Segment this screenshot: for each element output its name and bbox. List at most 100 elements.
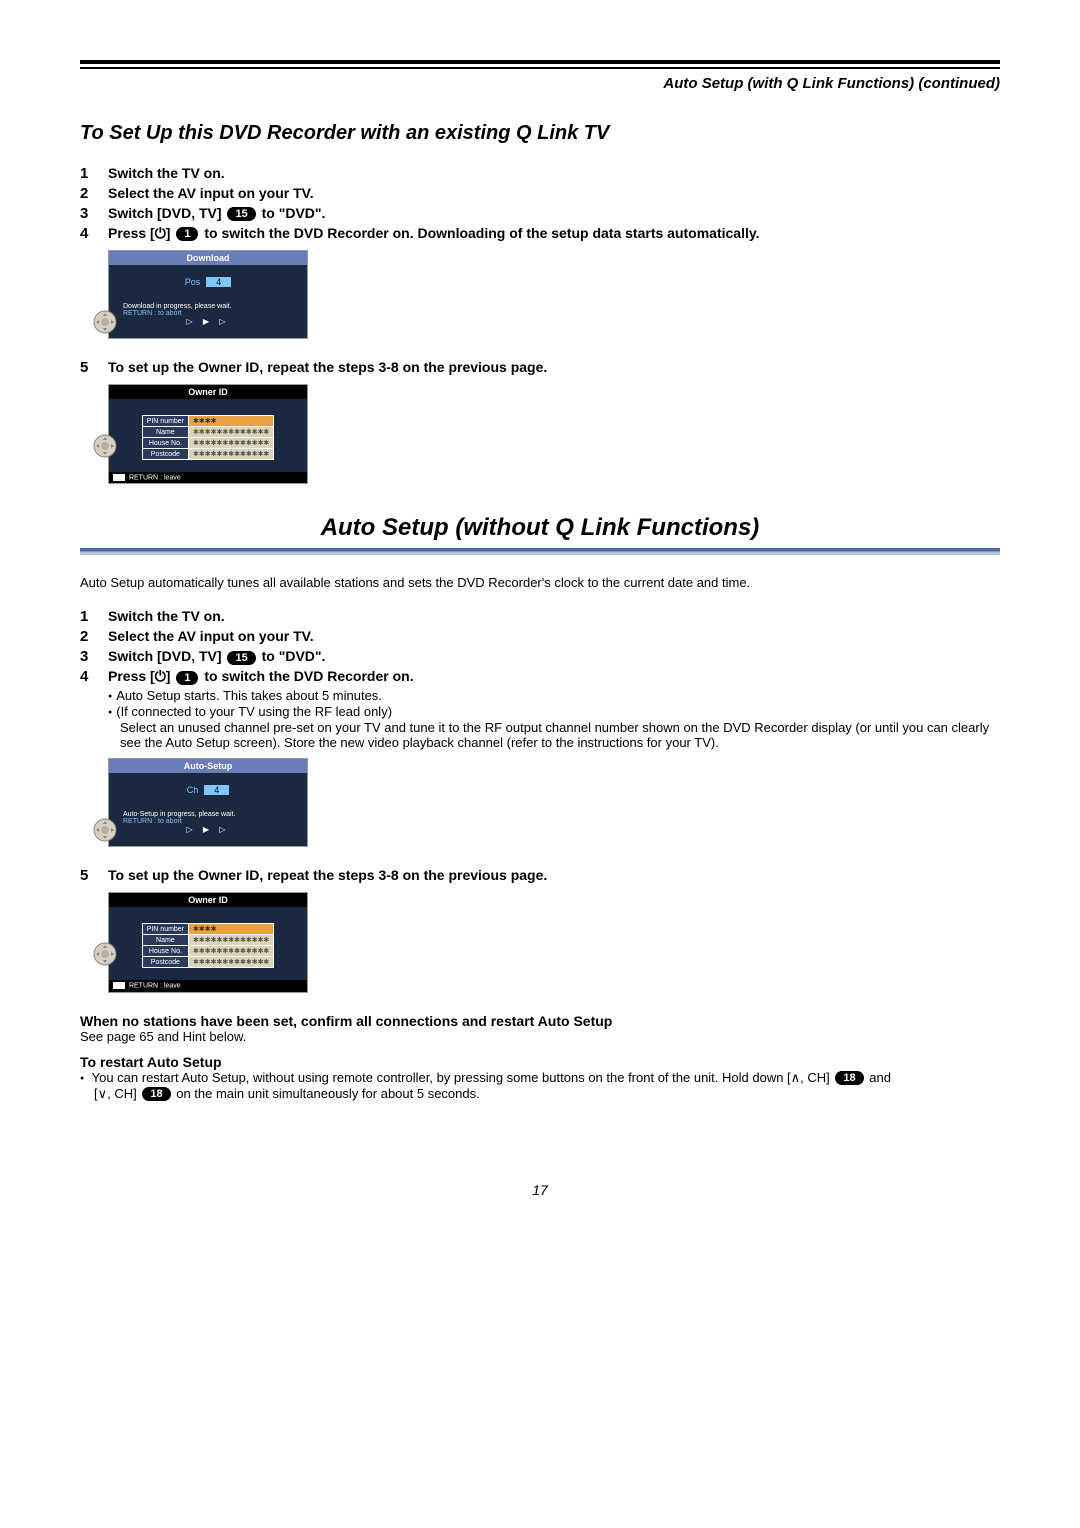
cursor-pad-icon (93, 434, 117, 458)
download-pos-row: Pos4 (117, 277, 299, 287)
return-icon (113, 474, 125, 481)
page-header-title: Auto Setup (with Q Link Functions) (cont… (80, 75, 1000, 92)
header-rule-thin (80, 67, 1000, 69)
step-pre: Press [⏻] (108, 668, 174, 684)
download-screen: Download Pos4 Download in progress, plea… (108, 250, 308, 339)
bullet-item: Auto Setup starts. This takes about 5 mi… (108, 688, 1000, 703)
autosetup-screen: Auto-Setup Ch 4 Auto-Setup in progress, p… (108, 758, 308, 847)
step-item: 1 Switch the TV on. (80, 165, 1000, 182)
name-label: Name (142, 935, 188, 946)
return-icon (113, 982, 125, 989)
note-pre: [∨, CH] (94, 1086, 140, 1101)
note-post: and (866, 1070, 891, 1085)
step-post: to "DVD". (258, 205, 326, 221)
step-item: 5 To set up the Owner ID, repeat the ste… (80, 867, 1000, 884)
return-text: RETURN : leave (127, 983, 181, 990)
step-number: 4 (80, 668, 108, 685)
note-bullet-1: You can restart Auto Setup, without usin… (80, 1070, 1000, 1086)
step-post: to switch the DVD Recorder on. (200, 668, 413, 684)
ch-value: 4 (204, 785, 229, 795)
step-item: 5 To set up the Owner ID, repeat the ste… (80, 359, 1000, 376)
autosetup-title: Auto-Setup (109, 759, 307, 773)
step-text: To set up the Owner ID, repeat the steps… (108, 359, 1000, 375)
name-value: ✱✱✱✱✱✱✱✱✱✱✱✱✱ (189, 935, 274, 946)
house-label: House No. (142, 438, 188, 449)
owner-table: PIN number✱✱✱✱ Name✱✱✱✱✱✱✱✱✱✱✱✱✱ House N… (142, 923, 275, 968)
table-row: Postcode✱✱✱✱✱✱✱✱✱✱✱✱✱ (142, 957, 274, 968)
autosetup-ch-row: Ch 4 (117, 785, 299, 795)
main-title: Auto Setup (without Q Link Functions) (80, 514, 1000, 542)
autosetup-msg2: RETURN : to abort (123, 818, 293, 825)
bullet-item: (If connected to your TV using the RF le… (108, 704, 1000, 719)
button-badge-1: 1 (176, 227, 198, 241)
name-value: ✱✱✱✱✱✱✱✱✱✱✱✱✱ (189, 427, 274, 438)
table-row: PIN number✱✱✱✱ (142, 416, 274, 427)
owner-return: RETURN : leave (109, 472, 307, 483)
ch-label: Ch (187, 785, 199, 795)
section2-detail: Select an unused channel pre-set on your… (80, 720, 1000, 750)
step-pre: Press [⏻] (108, 225, 174, 241)
house-label: House No. (142, 946, 188, 957)
step-number: 4 (80, 225, 108, 242)
step-text: To set up the Owner ID, repeat the steps… (108, 867, 1000, 883)
cursor-pad-icon (93, 310, 117, 334)
step-item: 2 Select the AV input on your TV. (80, 185, 1000, 202)
table-row: Postcode✱✱✱✱✱✱✱✱✱✱✱✱✱ (142, 449, 274, 460)
title-divider-bar (80, 548, 1000, 555)
owner-id-screen-1: Owner ID PIN number✱✱✱✱ Name✱✱✱✱✱✱✱✱✱✱✱✱… (108, 384, 308, 484)
return-text: RETURN : leave (127, 474, 181, 481)
house-value: ✱✱✱✱✱✱✱✱✱✱✱✱✱ (189, 946, 274, 957)
pos-label: Pos (185, 277, 201, 287)
button-badge-18: 18 (142, 1087, 170, 1101)
download-arrows: ▷ ▶ ▷ (123, 317, 293, 326)
intro-text: Auto Setup automatically tunes all avail… (80, 575, 1000, 590)
autosetup-msg1: Auto-Setup in progress, please wait. (123, 811, 293, 818)
table-row: Name✱✱✱✱✱✱✱✱✱✱✱✱✱ (142, 935, 274, 946)
table-row: House No.✱✱✱✱✱✱✱✱✱✱✱✱✱ (142, 438, 274, 449)
step-post: to "DVD". (258, 648, 326, 664)
download-msg2: RETURN : to abort (123, 310, 293, 317)
section1-steps: 1 Switch the TV on. 2 Select the AV inpu… (80, 165, 1000, 242)
step-pre: Switch [DVD, TV] (108, 205, 225, 221)
step-number: 1 (80, 165, 108, 182)
pin-label: PIN number (142, 924, 188, 935)
page-number: 17 (80, 1182, 1000, 1198)
pin-label: PIN number (142, 416, 188, 427)
step-pre: Switch [DVD, TV] (108, 648, 225, 664)
button-badge-15: 15 (227, 651, 255, 665)
step-number: 1 (80, 608, 108, 625)
section1-title: To Set Up this DVD Recorder with an exis… (80, 122, 1000, 145)
step-number: 3 (80, 648, 108, 665)
step-number: 5 (80, 867, 108, 884)
note-post: on the main unit simultaneously for abou… (173, 1086, 480, 1101)
pin-value: ✱✱✱✱ (189, 924, 274, 935)
step-number: 2 (80, 628, 108, 645)
note-line2: [∨, CH] 18 on the main unit simultaneous… (80, 1086, 1000, 1102)
postcode-label: Postcode (142, 449, 188, 460)
step-text: Select the AV input on your TV. (108, 185, 1000, 201)
step-item: 2 Select the AV input on your TV. (80, 628, 1000, 645)
table-row: PIN number✱✱✱✱ (142, 924, 274, 935)
section2-steps: 1 Switch the TV on. 2 Select the AV inpu… (80, 608, 1000, 685)
step-item: 4 Press [⏻] 1 to switch the DVD Recorder… (80, 668, 1000, 685)
step-number: 3 (80, 205, 108, 222)
house-value: ✱✱✱✱✱✱✱✱✱✱✱✱✱ (189, 438, 274, 449)
header-rule-thick (80, 60, 1000, 64)
step-post: to switch the DVD Recorder on. Downloadi… (200, 225, 759, 241)
owner-title: Owner ID (109, 893, 307, 907)
note-heading-1: When no stations have been set, confirm … (80, 1013, 1000, 1029)
note-text-1: See page 65 and Hint below. (80, 1029, 1000, 1044)
download-title: Download (109, 251, 307, 265)
postcode-label: Postcode (142, 957, 188, 968)
step-text: Press [⏻] 1 to switch the DVD Recorder o… (108, 225, 1000, 242)
step-item: 3 Switch [DVD, TV] 15 to "DVD". (80, 205, 1000, 222)
note-pre: You can restart Auto Setup, without usin… (92, 1070, 834, 1085)
postcode-value: ✱✱✱✱✱✱✱✱✱✱✱✱✱ (189, 449, 274, 460)
table-row: Name✱✱✱✱✱✱✱✱✱✱✱✱✱ (142, 427, 274, 438)
cursor-pad-icon (93, 942, 117, 966)
owner-id-screen-2: Owner ID PIN number✱✱✱✱ Name✱✱✱✱✱✱✱✱✱✱✱✱… (108, 892, 308, 992)
step-number: 5 (80, 359, 108, 376)
step-item: 1 Switch the TV on. (80, 608, 1000, 625)
note-heading-2: To restart Auto Setup (80, 1054, 1000, 1070)
pin-value: ✱✱✱✱ (189, 416, 274, 427)
